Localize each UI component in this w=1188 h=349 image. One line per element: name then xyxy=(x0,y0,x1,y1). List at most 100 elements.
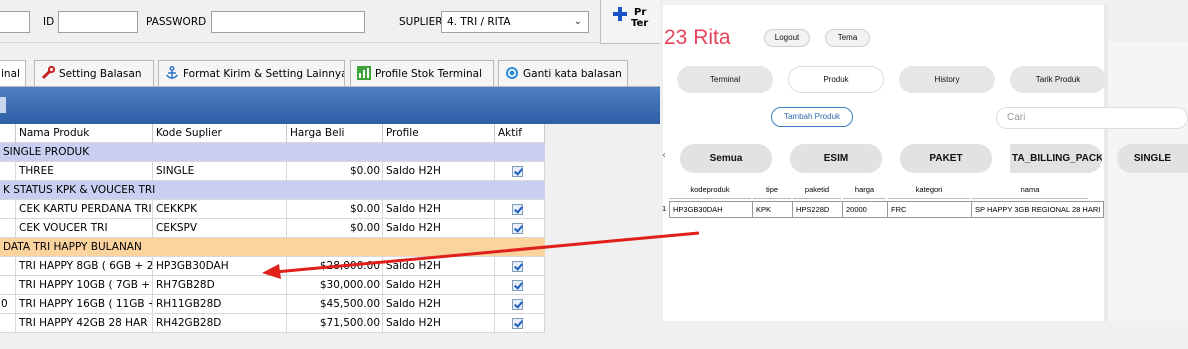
category-semua[interactable]: Semua xyxy=(680,144,772,173)
cell-profile: Saldo H2H xyxy=(383,276,495,295)
aktif-checkbox[interactable] xyxy=(512,318,523,329)
group-row[interactable]: SINGLE PRODUK xyxy=(0,143,545,162)
aktif-checkbox[interactable] xyxy=(512,280,523,291)
aktif-checkbox[interactable] xyxy=(512,223,523,234)
password-input[interactable] xyxy=(211,11,365,33)
page-title: 23 Rita xyxy=(664,26,731,49)
tema-button[interactable]: Tema xyxy=(825,29,870,47)
nav-terminal[interactable]: Terminal xyxy=(677,66,773,93)
add-button-line2: Ter xyxy=(631,18,649,29)
aktif-checkbox[interactable] xyxy=(512,261,523,272)
tab-setting-balasan-label: Setting Balasan xyxy=(59,68,142,80)
suplier-label: SUPLIER xyxy=(399,16,443,28)
aktif-checkbox[interactable] xyxy=(512,299,523,310)
id-label: ID xyxy=(43,16,55,28)
cell-profile: Saldo H2H xyxy=(383,219,495,238)
cell-kode-suplier: SINGLE xyxy=(153,162,287,181)
search-input[interactable]: Cari xyxy=(996,107,1188,129)
suplier-select[interactable]: 4. TRI / RITA ⌄ xyxy=(441,11,589,33)
table-row[interactable]: TRI HAPPY 8GB ( 6GB + 2(HP3GB30DAH $28,00… xyxy=(0,257,545,276)
table-row[interactable]: TRI HAPPY 10GB ( 7GB + : RH7GB28D $30,000.… xyxy=(0,276,545,295)
add-product-terminal-button[interactable]: Pr Ter xyxy=(600,0,660,44)
header-harga-beli[interactable]: Harga Beli xyxy=(287,124,383,143)
wrench-icon xyxy=(41,66,55,80)
cell-nama-produk: TRI HAPPY 16GB ( 11GB + xyxy=(16,295,153,314)
col-harga[interactable]: harga xyxy=(843,182,886,199)
header-nama-produk[interactable]: Nama Produk xyxy=(16,124,153,143)
cell-harga-beli: $0.00 xyxy=(287,219,383,238)
cell-kode-suplier: CEKSPV xyxy=(153,219,287,238)
anchor-icon xyxy=(165,66,179,79)
nav-history[interactable]: History xyxy=(899,66,995,93)
cell-kode-suplier: HP3GB30DAH xyxy=(153,257,287,276)
row-index: 1 xyxy=(662,204,667,213)
cell-kode-suplier: CEKKPK xyxy=(153,200,287,219)
col-tipe[interactable]: tipe xyxy=(753,182,791,199)
cell-harga: 20000 xyxy=(843,201,888,218)
aktif-checkbox[interactable] xyxy=(512,204,523,215)
cell-profile: Saldo H2H xyxy=(383,162,495,181)
aktif-checkbox[interactable] xyxy=(512,166,523,177)
cell-aktif xyxy=(495,295,545,314)
table-row[interactable]: 0 TRI HAPPY 16GB ( 11GB + RH11GB28D $45,500… xyxy=(0,295,545,314)
divider xyxy=(0,42,600,43)
nav-tarik-produk[interactable]: Tarik Produk xyxy=(1010,66,1106,93)
header-kode-suplier[interactable]: Kode Suplier xyxy=(153,124,287,143)
tab-setting-balasan[interactable]: Setting Balasan xyxy=(34,60,154,87)
cell-aktif xyxy=(495,200,545,219)
tab-profile-stok-label: Profile Stok Terminal xyxy=(375,68,482,80)
window-bottom-edge xyxy=(0,340,660,349)
group-label: DATA TRI HAPPY BULANAN xyxy=(3,241,142,253)
add-button-line1: Pr xyxy=(634,7,647,18)
category-paket[interactable]: PAKET xyxy=(900,144,992,173)
group-row[interactable]: K STATUS KPK & VOUCER TRI xyxy=(0,181,545,200)
logout-button[interactable]: Logout xyxy=(764,29,810,47)
web-app-window: 23 Rita Logout Tema Terminal Produk Hist… xyxy=(660,0,1188,349)
row-indicator: 0 xyxy=(0,295,16,314)
category-ta-billing[interactable]: TA_BILLING_PACKA xyxy=(1010,144,1102,173)
cell-nama-produk: TRI HAPPY 10GB ( 7GB + : xyxy=(16,276,153,295)
cell-nama-produk: THREE xyxy=(16,162,153,181)
col-nama[interactable]: nama xyxy=(972,182,1088,199)
password-label: PASSWORD xyxy=(146,16,207,28)
cell-nama-produk: CEK KARTU PERDANA TRI xyxy=(16,200,153,219)
nav-produk[interactable]: Produk xyxy=(788,66,884,93)
col-kodeproduk[interactable]: kodeproduk xyxy=(669,182,751,199)
cell-harga-beli: $0.00 xyxy=(287,162,383,181)
tab-ganti-kata-balasan-label: Ganti kata balasan xyxy=(523,68,622,80)
tab-terminal[interactable]: inal xyxy=(0,60,26,87)
col-kategori[interactable]: kategori xyxy=(888,182,970,199)
cell-harga-beli: $45,500.00 xyxy=(287,295,383,314)
table-row[interactable]: CEK VOUCER TRI CEKSPV $0.00 Saldo H2H xyxy=(0,219,545,238)
refresh-icon xyxy=(506,67,518,79)
cell-kode-suplier: RH11GB28D xyxy=(153,295,287,314)
chevron-left-icon[interactable]: ‹ xyxy=(662,150,666,161)
toolbar-button[interactable] xyxy=(0,97,6,113)
add-product-button[interactable]: Tambah Produk xyxy=(771,107,853,127)
row-indicator xyxy=(0,200,16,219)
tab-format-kirim[interactable]: Format Kirim & Setting Lainnya xyxy=(158,60,345,87)
tab-ganti-kata-balasan[interactable]: Ganti kata balasan xyxy=(498,60,628,87)
group-row[interactable]: DATA TRI HAPPY BULANAN xyxy=(0,238,545,257)
cell-harga-beli: $28,000.00 xyxy=(287,257,383,276)
cell-profile: Saldo H2H xyxy=(383,200,495,219)
chart-icon xyxy=(357,66,371,80)
table-row[interactable]: CEK KARTU PERDANA TRI CEKKPK $0.00 Saldo H2… xyxy=(0,200,545,219)
header-profile[interactable]: Profile xyxy=(383,124,495,143)
scrollbar[interactable] xyxy=(1104,5,1108,321)
id-prefix-input[interactable] xyxy=(0,11,30,33)
category-single[interactable]: SINGLE xyxy=(1117,144,1188,173)
table-row[interactable]: TRI HAPPY 42GB 28 HAR RH42GB28D $71,500.00… xyxy=(0,314,545,333)
cell-nama-produk: CEK VOUCER TRI xyxy=(16,219,153,238)
id-input[interactable] xyxy=(58,11,138,33)
cell-kode-suplier: RH7GB28D xyxy=(153,276,287,295)
table-row[interactable]: THREE SINGLE $0.00 Saldo H2H xyxy=(0,162,545,181)
category-esim[interactable]: ESIM xyxy=(790,144,882,173)
cell-aktif xyxy=(495,219,545,238)
header-aktif[interactable]: Aktif xyxy=(495,124,545,143)
row-indicator xyxy=(0,257,16,276)
col-paketid[interactable]: paketid xyxy=(793,182,841,199)
group-label: K STATUS KPK & VOUCER TRI xyxy=(3,184,156,196)
tab-profile-stok[interactable]: Profile Stok Terminal xyxy=(350,60,494,87)
desktop-app-window: ID PASSWORD SUPLIER 4. TRI / RITA ⌄ Pr T… xyxy=(0,0,660,349)
